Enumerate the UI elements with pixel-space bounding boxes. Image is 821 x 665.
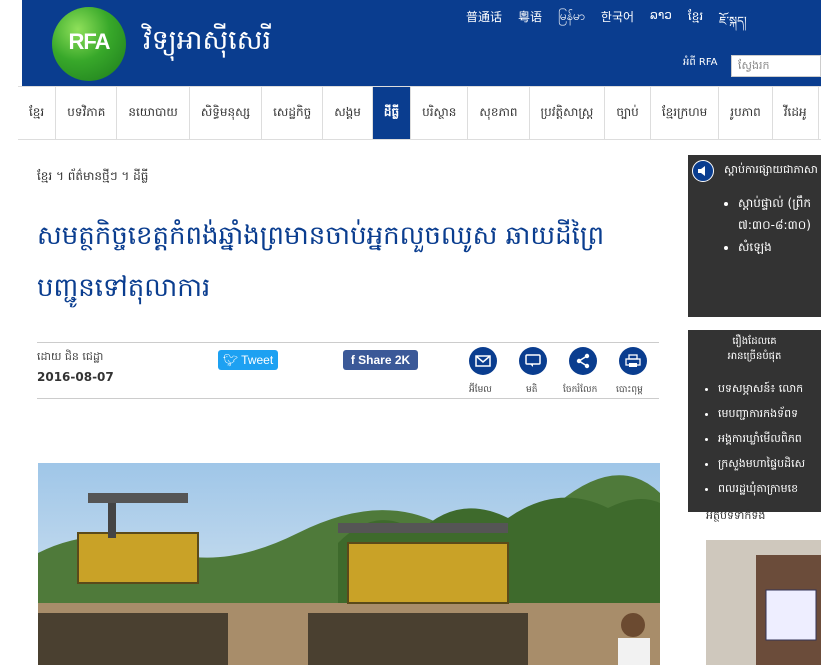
lang-link[interactable]: ລາວ: [650, 8, 672, 42]
logo-text: RFA: [68, 29, 111, 54]
listen-title: ស្ដាប់ការផ្សាយជាភាសា: [724, 163, 818, 176]
print-label: បោះពុម្ព: [616, 385, 643, 395]
language-links: 普通话 粵语 မြန်မာ 한국어 ລາວ ខ្មែរ ཇོ་སྐད།: [466, 8, 747, 42]
nav-item-land[interactable]: ដីធ្លី: [372, 87, 412, 139]
list-item[interactable]: អង្គការឃ្លាំមើលពិភព: [718, 432, 805, 448]
facebook-share-button[interactable]: f Share 2K: [343, 350, 418, 370]
listen-box: ស្ដាប់ការផ្សាយជាភាសា ស្ដាប់ផ្ទាល់ (ព្រឹក…: [688, 155, 821, 317]
list-item[interactable]: ក្រសួងមហាផ្ទៃបដិសេ: [718, 457, 805, 473]
list-item[interactable]: មេបញ្ជាការកងទ័ពទ: [718, 407, 805, 423]
nav-item-video[interactable]: វីដេអូ: [773, 87, 819, 139]
share-icon: [576, 353, 590, 369]
list-item[interactable]: ពលរដ្ឋឃុំតាក្រាមខេ: [718, 482, 805, 498]
listen-audio-link[interactable]: សំឡេង: [738, 239, 811, 257]
nav-item-politics[interactable]: នយោបាយ: [117, 87, 190, 139]
nav-item-photos[interactable]: រូបភាព: [719, 87, 773, 139]
share-label: Share 2K: [358, 353, 411, 367]
nav-item-economy[interactable]: សេដ្ឋកិច្ច: [262, 87, 324, 139]
article-headline: សមត្ថកិច្ចខេត្តកំពង់ឆ្នាំងព្រមានចាប់អ្នក…: [37, 221, 605, 303]
article-photo: [38, 463, 660, 665]
lang-link[interactable]: မြန်မာ: [558, 8, 585, 42]
about-link[interactable]: អំពី RFA: [683, 55, 718, 70]
list-item[interactable]: បទសម្ភាសន៍៖ លោក: [718, 382, 805, 398]
nav-item-law[interactable]: ច្បាប់: [605, 87, 651, 139]
divider: [37, 398, 659, 399]
print-button[interactable]: [619, 347, 647, 375]
listen-live-link[interactable]: ស្ដាប់ផ្ទាល់ (ព្រឹក: [738, 195, 811, 213]
breadcrumb[interactable]: ខ្មែរ ។ ព័ត៌មានថ្មីៗ ។ ដីធ្លី: [37, 168, 148, 186]
nav-item-society[interactable]: សង្គម: [323, 87, 373, 139]
lang-link[interactable]: ཇོ་སྐད།: [719, 8, 747, 42]
most-read-box: រឿងដែលគេ អានច្រើនបំផុត បទសម្ភាសន៍៖ លោក ម…: [688, 330, 821, 512]
comment-icon: [525, 354, 541, 367]
email-icon: [475, 355, 491, 367]
main-nav: ខ្មែរ បទវិភាគ នយោបាយ សិទ្ធិមនុស្ស សេដ្ឋក…: [18, 86, 821, 140]
email-label: អ៊ីមែល: [469, 385, 492, 395]
listen-list: ស្ដាប់ផ្ទាល់ (ព្រឹក ៧:៣០-៨:៣០) សំឡេង: [688, 195, 811, 261]
share-label-text: ចែករំលែក: [563, 385, 598, 395]
publish-date: 2016-08-07: [37, 370, 114, 384]
rfa-logo[interactable]: RFA: [52, 7, 126, 81]
print-icon: [625, 354, 641, 367]
nav-item-environment[interactable]: បរិស្ថាន: [411, 87, 469, 139]
related-title: អត្ថបទទាក់ទង: [706, 509, 766, 522]
related-thumbnail[interactable]: [706, 540, 821, 665]
byline: ដោយ ជិន ជេដ្ឋា: [37, 350, 104, 363]
tweet-label: Tweet: [241, 353, 274, 367]
speaker-icon: [692, 160, 714, 182]
nav-item-analysis[interactable]: បទវិភាគ: [56, 87, 118, 139]
nav-item-health[interactable]: សុខភាព: [468, 87, 530, 139]
share-button[interactable]: [569, 347, 597, 375]
site-header: RFA វិទ្យុអាស៊ីសេរី 普通话 粵语 မြန်မာ 한국어 ລາ…: [0, 0, 821, 86]
nav-item-khmer[interactable]: ខ្មែរ: [18, 87, 57, 139]
comment-button[interactable]: [519, 347, 547, 375]
lang-link[interactable]: ខ្មែរ: [688, 8, 703, 42]
site-name[interactable]: វិទ្យុអាស៊ីសេរី: [143, 24, 271, 63]
divider: [37, 342, 659, 343]
nav-item-history[interactable]: ប្រវត្តិសាស្ត្រ: [530, 87, 606, 139]
thumbnail-image: [706, 540, 821, 665]
listen-live-time: ៧:៣០-៨:៣០): [738, 218, 811, 232]
most-read-list: បទសម្ភាសន៍៖ លោក មេបញ្ជាការកងទ័ពទ អង្គការ…: [688, 382, 805, 507]
most-read-title: រឿងដែលគេ អានច្រើនបំផុត: [727, 336, 782, 362]
twitter-icon: 🐦︎: [222, 353, 242, 367]
nav-item-khmer-rouge[interactable]: ខ្មែរក្រហម: [651, 87, 720, 139]
nav-item-human-rights[interactable]: សិទ្ធិមនុស្ស: [190, 87, 263, 139]
search-input[interactable]: ស្វែងរក: [731, 55, 821, 77]
bulldozers-photo: [38, 463, 660, 665]
tweet-button[interactable]: 🐦︎ Tweet: [218, 350, 278, 370]
lang-link[interactable]: 粵语: [518, 8, 542, 42]
lang-link[interactable]: 普通话: [466, 8, 502, 42]
comment-label: មតិ: [526, 385, 538, 395]
email-button[interactable]: [469, 347, 497, 375]
lang-link[interactable]: 한국어: [601, 8, 634, 42]
